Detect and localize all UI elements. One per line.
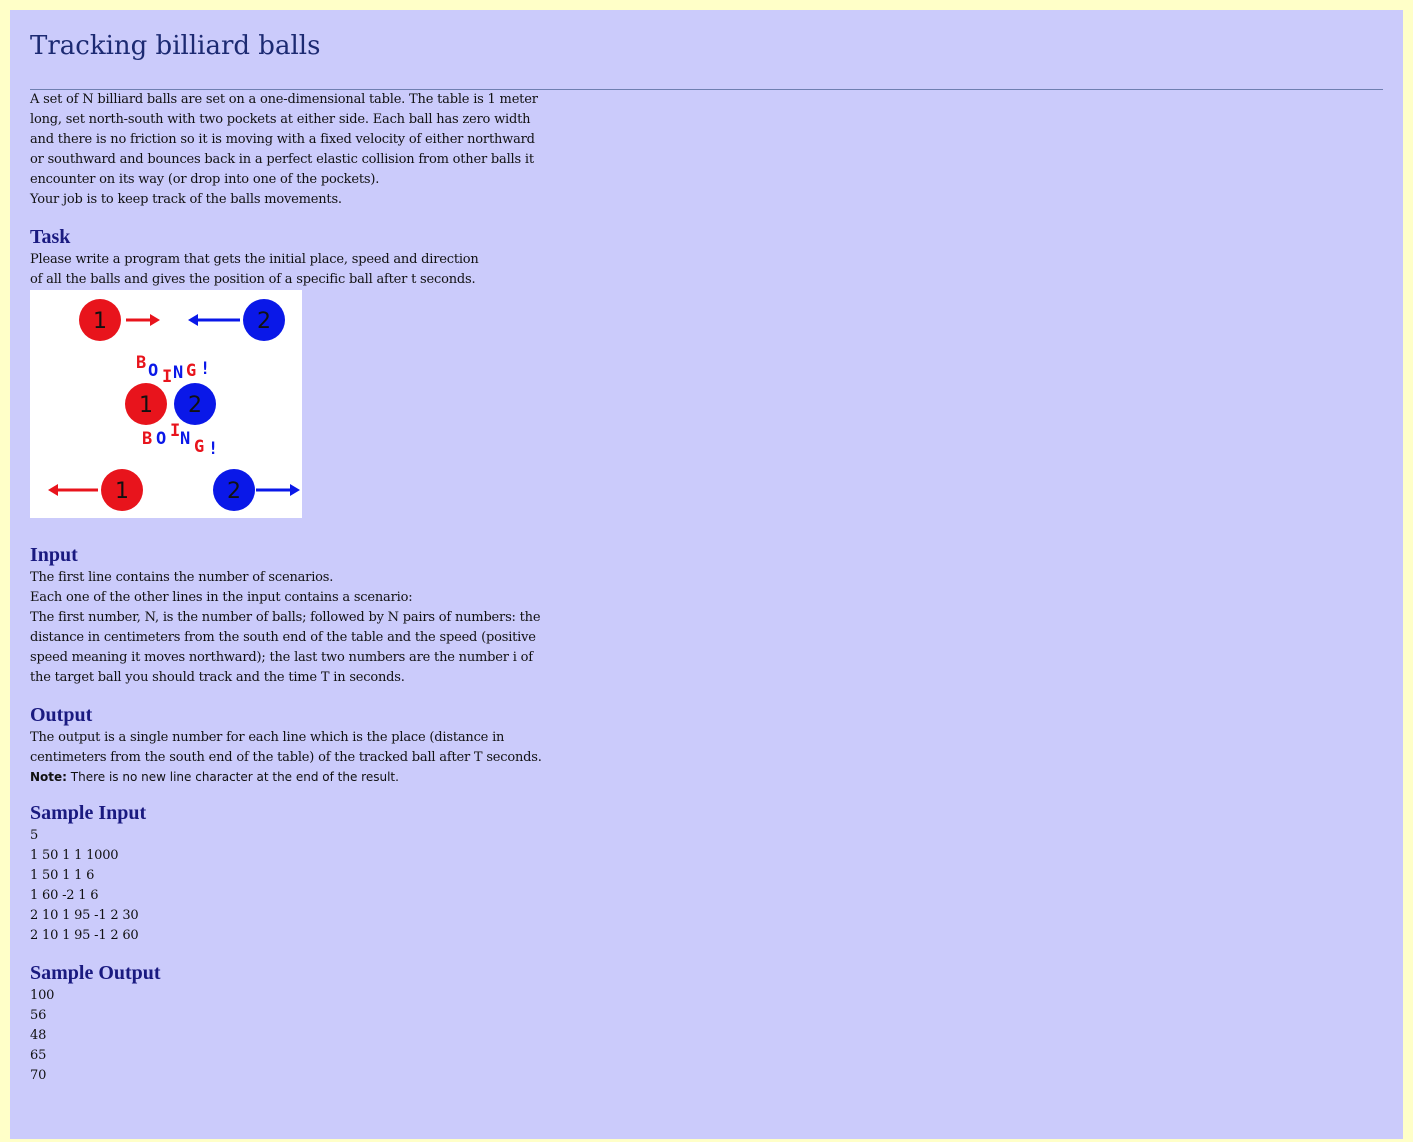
intro-line: Your job is to keep track of the balls m… (30, 192, 342, 207)
boing-bottom-b: B (142, 429, 152, 449)
boing-bottom-g: G (194, 437, 204, 457)
sample-output-line: 100 (30, 988, 55, 1003)
task-heading: Task (30, 226, 71, 248)
boing-top-i: I (162, 367, 172, 387)
output-heading: Output (30, 704, 93, 726)
input-heading: Input (30, 544, 78, 566)
boing-bottom-n: N (180, 429, 190, 449)
sample-input-line: 5 (30, 828, 39, 843)
output-text: The output is a single number for each l… (30, 730, 542, 765)
output-section: Output The output is a single number for… (30, 702, 1383, 785)
sample-input-heading: Sample Input (30, 802, 147, 824)
input-section: Input The first line contains the number… (30, 542, 1383, 688)
sample-output-lines: 100 56 48 65 70 (30, 986, 550, 1086)
boing-top-excl: ! (200, 359, 210, 379)
page-title: Tracking billiard balls (30, 31, 321, 61)
boing-bottom-i: I (170, 421, 180, 441)
ball-2-label-collide: 2 (188, 393, 202, 418)
sample-output-line: 70 (30, 1068, 47, 1083)
boing-top-b: B (136, 353, 146, 373)
input-line: The first line contains the number of sc… (30, 570, 334, 585)
boing-bottom-excl: ! (208, 439, 218, 459)
input-line: The first number, N, is the number of ba… (30, 610, 541, 685)
sample-input-lines: 5 1 50 1 1 1000 1 50 1 1 6 1 60 -2 1 6 2… (30, 826, 550, 946)
boing-top-o: O (148, 361, 158, 381)
note-text: There is no new line character at the en… (66, 770, 399, 784)
right-arrow-red-head (150, 314, 160, 326)
intro-paragraph: A set of N billiard balls are set on a o… (30, 92, 538, 187)
sample-output-line: 56 (30, 1008, 47, 1023)
note-label: Note: (30, 770, 67, 784)
sample-input-line: 1 60 -2 1 6 (30, 888, 99, 903)
right-arrow-blue-head (290, 484, 300, 496)
content-panel: Tracking billiard balls A set of N billi… (10, 10, 1403, 1139)
sample-output-line: 48 (30, 1028, 47, 1043)
ball-2-label-bottom: 2 (227, 479, 241, 504)
sample-input-section: Sample Input 5 1 50 1 1 1000 1 50 1 1 6 … (30, 800, 1383, 946)
output-note: Note: There is no new line character at … (30, 769, 1383, 785)
sample-output-heading: Sample Output (30, 962, 161, 984)
task-section: Task Please write a program that gets th… (30, 224, 1383, 518)
boing-top-n: N (173, 363, 183, 383)
ball-1-label-collide: 1 (139, 393, 153, 418)
input-line: Each one of the other lines in the input… (30, 590, 413, 605)
sample-input-line: 2 10 1 95 -1 2 60 (30, 928, 139, 943)
sample-input-line: 1 50 1 1 6 (30, 868, 95, 883)
collision-illustration: 1 2 B O I N G ! 1 2 B O I N G ! 1 2 (30, 290, 302, 518)
intro-text: A set of N billiard balls are set on a o… (30, 90, 550, 210)
boing-bottom-o: O (156, 429, 166, 449)
input-text: The first line contains the number of sc… (30, 568, 550, 688)
sample-output-line: 65 (30, 1048, 47, 1063)
ball-2-label-top: 2 (257, 309, 271, 334)
task-text: Please write a program that gets the ini… (30, 252, 479, 287)
ball-1-label-top: 1 (93, 309, 107, 334)
boing-top-g: G (186, 361, 196, 381)
sample-input-line: 2 10 1 95 -1 2 30 (30, 908, 139, 923)
sample-output-section: Sample Output 100 56 48 65 70 (30, 960, 1383, 1086)
sample-input-line: 1 50 1 1 1000 (30, 848, 119, 863)
ball-1-label-bottom: 1 (115, 479, 129, 504)
